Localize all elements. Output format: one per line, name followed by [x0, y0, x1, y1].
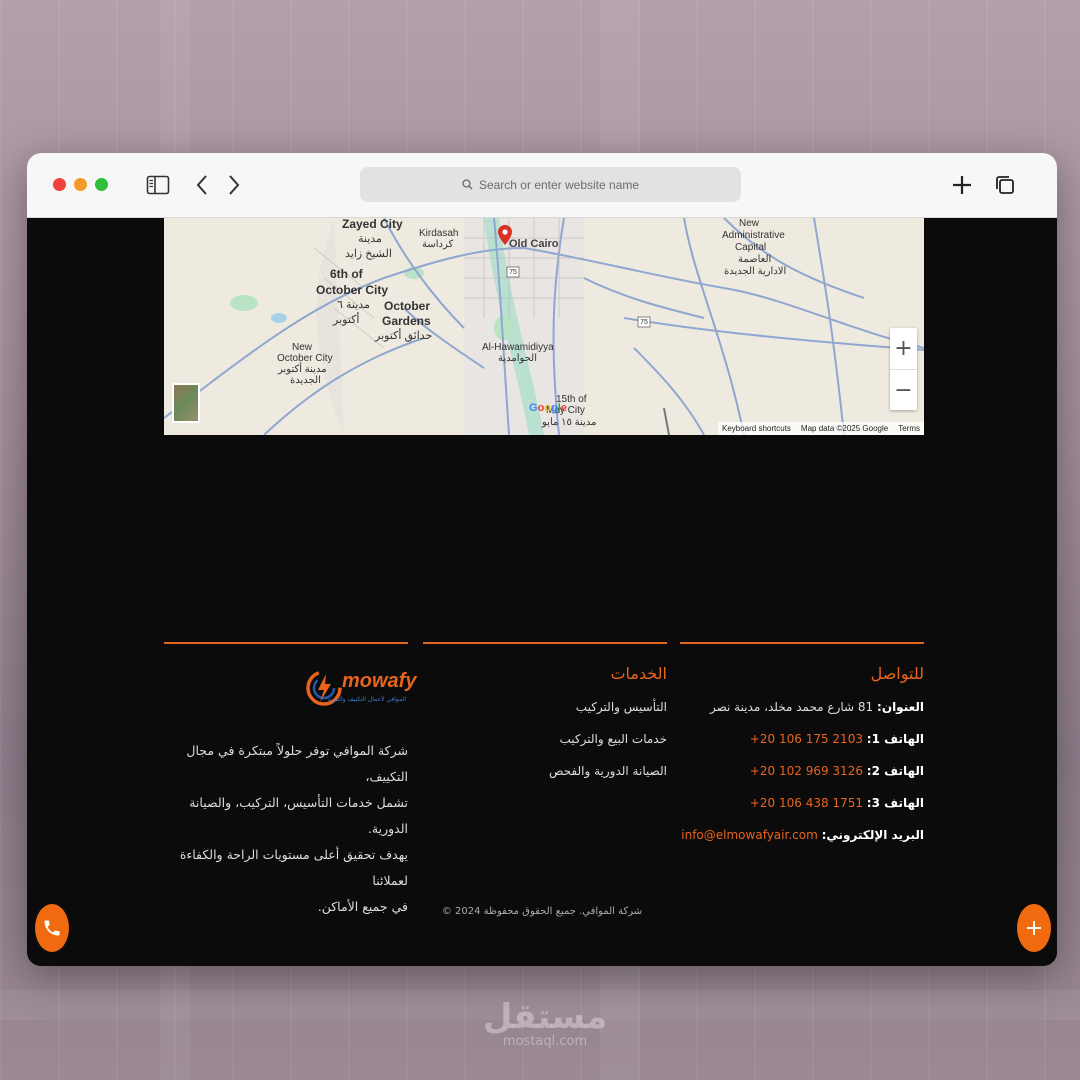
phone3-link[interactable]: +20 106 438 1751: [750, 796, 863, 810]
service-link[interactable]: الصيانة الدورية والفحص: [423, 761, 667, 793]
map-label: Capital: [735, 242, 767, 253]
phone3-label: الهاتف 3:: [866, 796, 924, 810]
search-icon: [462, 179, 473, 190]
contact-title: للتواصل: [870, 664, 924, 683]
address-value: 81 شارع محمد مخلد، مدينة نصر: [709, 700, 874, 714]
zoom-in-button[interactable]: +: [890, 328, 917, 369]
watermark-arabic: مستقل: [482, 997, 608, 1037]
call-button[interactable]: [35, 904, 69, 952]
page-content: Zayed City مدينة الشيخ زايد Kirdasah كرد…: [27, 218, 1057, 966]
about-description: شركة الموافي توفر حلولاً مبتكرة في مجال …: [164, 738, 408, 920]
phone3-row: الهاتف 3: +20 106 438 1751: [680, 793, 924, 825]
logo-tagline: الموافي لأعمال التكييف والتبريد: [327, 696, 406, 703]
about-line: يهدف تحقيق أعلى مستويات الراحة والكفاءة …: [179, 847, 408, 888]
phone-icon: [44, 920, 60, 936]
close-window-button[interactable]: [53, 178, 66, 191]
address-label: العنوان:: [877, 700, 924, 714]
map-label: كرداسة: [422, 239, 454, 250]
column-divider: [164, 642, 408, 644]
phone2-row: الهاتف 2: +20 102 969 3126: [680, 761, 924, 793]
road-shield: 75: [509, 269, 517, 276]
map-embed[interactable]: Zayed City مدينة الشيخ زايد Kirdasah كرد…: [164, 218, 924, 435]
address-placeholder: Search or enter website name: [478, 177, 640, 192]
phone2-label: الهاتف 2:: [866, 764, 924, 778]
email-row: البريد الإلكتروني: info@elmowafyair.com: [680, 825, 924, 857]
road-shield: 75: [640, 319, 648, 326]
map-label: مدينة: [358, 233, 382, 245]
zoom-controls: + −: [890, 328, 917, 410]
phone2-link[interactable]: +20 102 969 3126: [750, 764, 863, 778]
zoom-out-button[interactable]: −: [890, 370, 917, 411]
expand-actions-button[interactable]: [1017, 904, 1051, 952]
column-divider: [680, 642, 924, 644]
contact-section: للتواصل العنوان: 81 شارع محمد مخلد، مدين…: [680, 664, 924, 857]
map-label: October City: [316, 283, 389, 297]
email-link[interactable]: info@elmowafyair.com: [681, 828, 818, 842]
map-label: الشيخ زايد: [345, 248, 392, 260]
map-label: مدينة أكتوبر: [278, 364, 327, 375]
map-label: Zayed City: [342, 218, 403, 231]
map-data-text: Map data ©2025 Google: [800, 424, 889, 433]
map-label: الجديدة: [290, 375, 321, 386]
plus-icon: [1027, 921, 1041, 935]
browser-window: Search or enter website name Zayed City …: [27, 153, 1057, 966]
map-label: حدائق أكتوبر: [375, 330, 433, 342]
service-link[interactable]: خدمات البيع والتركيب: [423, 729, 668, 761]
back-icon[interactable]: [188, 171, 216, 199]
map-label: Al-Hawamidiyya: [482, 342, 554, 353]
map-label: الحوامدية: [498, 353, 537, 364]
watermark: مستقل mostaql.com: [470, 1000, 620, 1049]
logo-text: mowafy: [342, 670, 417, 692]
map-label: Kirdasah: [419, 228, 459, 239]
map-label: October City: [277, 353, 333, 364]
maximize-window-button[interactable]: [95, 178, 108, 191]
brand-logo[interactable]: mowafy الموافي لأعمال التكييف والتبريد: [304, 664, 416, 720]
about-line: شركة الموافي توفر حلولاً مبتكرة في مجال …: [186, 743, 408, 784]
address-row: العنوان: 81 شارع محمد مخلد، مدينة نصر: [680, 697, 924, 729]
map-label: Administrative: [722, 230, 785, 241]
tabs-overview-icon[interactable]: [991, 171, 1019, 199]
map-label: مدينة ٦: [337, 299, 370, 311]
about-line: تشمل خدمات التأسيس، التركيب، والصيانة ال…: [189, 795, 408, 836]
map-label: New: [292, 342, 313, 353]
terms-link[interactable]: Terms: [898, 424, 920, 433]
new-tab-icon[interactable]: [948, 171, 976, 199]
services-section: الخدمات التأسيس والتركيب خدمات البيع وال…: [423, 664, 667, 793]
map-label: أكتوبر: [333, 314, 360, 326]
phone1-link[interactable]: +20 106 175 2103: [750, 732, 863, 746]
address-bar[interactable]: Search or enter website name: [360, 167, 741, 202]
forward-icon[interactable]: [220, 171, 248, 199]
phone1-label: الهاتف 1:: [866, 732, 924, 746]
map-label: October: [384, 299, 431, 313]
minimize-window-button[interactable]: [74, 178, 87, 191]
satellite-layer-toggle[interactable]: [172, 383, 200, 423]
map-label: Gardens: [382, 314, 431, 328]
browser-toolbar: Search or enter website name: [27, 153, 1057, 218]
service-link[interactable]: التأسيس والتركيب: [423, 697, 667, 729]
map-label: العاصمة: [738, 254, 772, 265]
phone1-row: الهاتف 1: +20 106 175 2103: [680, 729, 924, 761]
column-divider: [423, 642, 667, 644]
sidebar-toggle-icon[interactable]: [144, 171, 172, 199]
map-label: Old Cairo: [509, 238, 559, 250]
map-label: New: [739, 218, 760, 229]
services-title: الخدمات: [610, 664, 667, 683]
copyright-text: شركة الموافي. جميع الحقوق محفوظة 2024 ©: [441, 906, 643, 917]
map-label: الادارية الجديدة: [724, 266, 787, 277]
map-label: مدينة ١٥ مايو: [542, 417, 597, 428]
map-label: 6th of: [330, 267, 363, 281]
map-attribution: Keyboard shortcuts Map data ©2025 Google…: [717, 422, 924, 435]
email-label: البريد الإلكتروني:: [821, 828, 924, 842]
google-logo: Google: [529, 402, 567, 414]
keyboard-shortcuts-link[interactable]: Keyboard shortcuts: [722, 424, 791, 433]
